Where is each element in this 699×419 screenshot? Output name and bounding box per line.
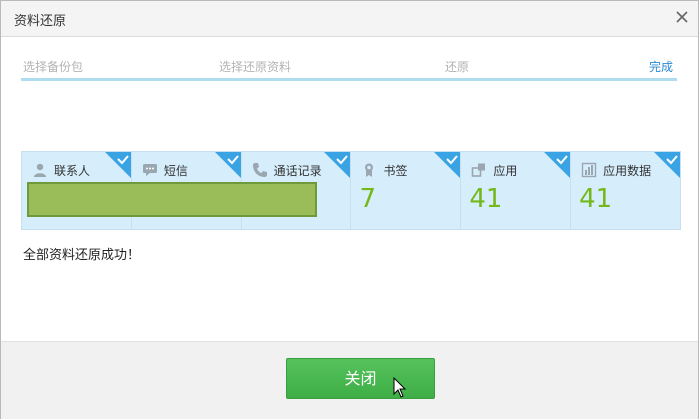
success-message: 全部资料还原成功！ bbox=[23, 248, 141, 263]
phone-icon bbox=[252, 163, 267, 177]
step-restore: 还原 bbox=[445, 60, 470, 74]
check-icon bbox=[104, 152, 131, 178]
person-icon bbox=[34, 163, 46, 177]
card-value: 41 bbox=[469, 184, 503, 214]
card-bookmarks: 书签 7 bbox=[351, 152, 462, 229]
check-icon bbox=[653, 152, 680, 178]
progress-bar bbox=[21, 78, 677, 81]
progress-steps: 选择备份包 选择还原资料 还原 完成 bbox=[21, 58, 677, 80]
card-label: 短信 bbox=[163, 163, 188, 178]
message-icon bbox=[142, 164, 157, 176]
card-app-data: 应用数据 41 bbox=[571, 152, 681, 229]
mouse-cursor-icon bbox=[393, 377, 407, 398]
close-icon[interactable] bbox=[672, 7, 692, 27]
redaction-block bbox=[27, 182, 317, 217]
title-bar: 资料还原 bbox=[1, 1, 698, 37]
step-select-data: 选择还原资料 bbox=[219, 60, 292, 74]
app-icon bbox=[472, 163, 486, 177]
dialog-title: 资料还原 bbox=[14, 14, 67, 29]
check-icon bbox=[434, 152, 461, 178]
card-value: 7 bbox=[359, 184, 377, 214]
bookmark-icon bbox=[365, 163, 374, 177]
card-value: 41 bbox=[579, 184, 613, 214]
card-label: 联系人 bbox=[54, 163, 91, 178]
check-icon bbox=[544, 152, 571, 178]
card-apps: 应用 41 bbox=[461, 152, 572, 229]
check-icon bbox=[214, 152, 241, 178]
close-button[interactable]: 关闭 bbox=[286, 358, 435, 399]
app-data-icon bbox=[581, 162, 597, 178]
card-label: 应用 bbox=[493, 163, 518, 178]
card-label: 应用数据 bbox=[603, 163, 652, 178]
check-icon bbox=[324, 152, 351, 178]
dialog-footer: 关闭 bbox=[1, 341, 698, 419]
card-label: 书签 bbox=[383, 163, 408, 178]
restore-dialog: 资料还原 选择备份包 选择还原资料 还原 完成 联系人 短信 通话记录 书签 7… bbox=[0, 0, 699, 419]
card-label: 通话记录 bbox=[273, 163, 322, 178]
step-complete: 完成 bbox=[649, 60, 674, 74]
step-select-backup: 选择备份包 bbox=[23, 60, 84, 74]
